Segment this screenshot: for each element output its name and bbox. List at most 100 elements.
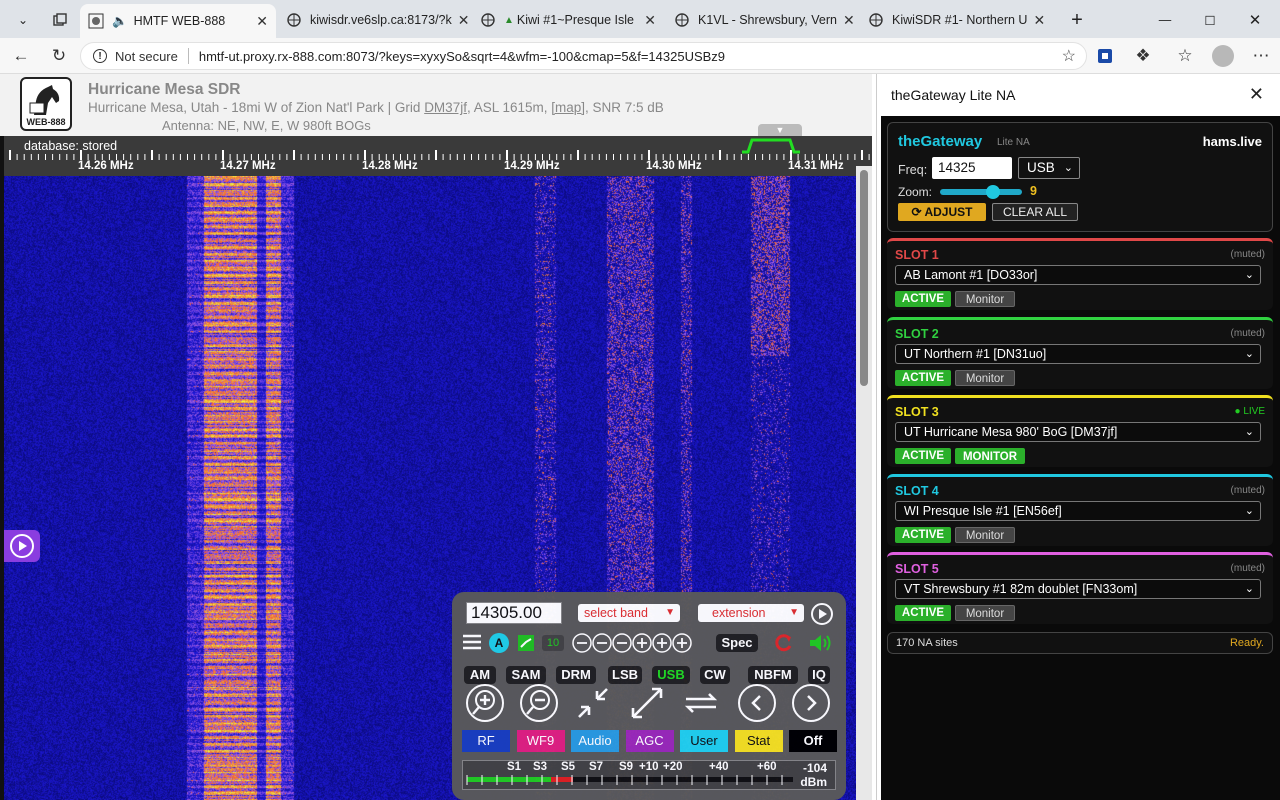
slot-monitor-button[interactable]: Monitor	[955, 605, 1015, 622]
slot-active-button[interactable]: ACTIVE	[895, 448, 951, 465]
slot-monitor-button[interactable]: Monitor	[955, 291, 1015, 307]
mode-button-cw[interactable]: CW	[700, 666, 730, 684]
page-left-button[interactable]	[738, 684, 776, 722]
star-icon[interactable]: ☆	[1062, 46, 1076, 66]
slot-sdr-select[interactable]: UT Northern #1 [DN31uo] ⌄	[895, 343, 1261, 364]
mode-button-sam[interactable]: SAM	[506, 666, 546, 684]
browser-tab-active[interactable]: 🔈 HMTF WEB-888 ✕	[80, 4, 276, 38]
passband-marker[interactable]	[740, 136, 802, 154]
mode-select[interactable]: USB ⌄	[1018, 157, 1080, 179]
frequency-scale[interactable]: database: stored 14.26 MHz 14.27 MHz 14.…	[4, 136, 872, 176]
adjust-button[interactable]: ⟳ ADJUST	[898, 203, 986, 221]
close-window-button[interactable]: ✕	[1240, 6, 1270, 34]
browser-tab[interactable]: K1VL - Shrewsbury, Vern ✕	[666, 6, 858, 34]
volume-icon[interactable]	[808, 632, 834, 654]
chevron-down-icon: ▼	[665, 607, 675, 618]
clear-all-button[interactable]: CLEAR ALL	[992, 203, 1078, 221]
collapse-header-button[interactable]: ▼	[758, 124, 802, 136]
close-panel-button[interactable]: ✕	[1249, 84, 1264, 105]
zoom-out-button[interactable]	[520, 684, 558, 722]
zoom-in-button[interactable]	[466, 684, 504, 722]
browser-tab[interactable]: ▲ Kiwi #1~Presque Isle ✕	[472, 6, 664, 34]
minimize-button[interactable]: —	[1150, 6, 1180, 34]
extension-dropdown[interactable]: extension ▼	[698, 604, 804, 622]
slot-sdr-select[interactable]: UT Hurricane Mesa 980' BoG [DM37jf] ⌄	[895, 422, 1261, 443]
menu-icon[interactable]	[462, 634, 482, 650]
freq-input[interactable]: 14325	[932, 157, 1012, 179]
play-icon[interactable]	[810, 602, 834, 626]
scrollbar-thumb[interactable]	[860, 170, 868, 386]
slot-monitor-button[interactable]: Monitor	[955, 526, 1015, 543]
back-button[interactable]: ←	[8, 44, 34, 68]
slot-active-button[interactable]: ACTIVE	[895, 369, 951, 386]
zoom-band-button[interactable]	[574, 684, 612, 722]
slot-active-button[interactable]: ACTIVE	[895, 605, 951, 622]
new-tab-button[interactable]: +	[1062, 6, 1092, 34]
slot-sdr-select[interactable]: AB Lamont #1 [DO33or] ⌄	[895, 265, 1261, 285]
tab-actions-button[interactable]: ⌄	[6, 6, 40, 34]
extension-button[interactable]	[1092, 44, 1118, 68]
more-button[interactable]: ⋯	[1248, 44, 1274, 68]
pan-button[interactable]	[682, 684, 720, 722]
slot-monitor-button[interactable]: MONITOR	[955, 448, 1025, 465]
s-meter-label: +40	[709, 761, 729, 773]
profile-button[interactable]	[1210, 44, 1236, 68]
tab-rf-button[interactable]: RF	[462, 730, 510, 752]
extensions-button[interactable]: ❖	[1130, 44, 1156, 68]
tab-user-button[interactable]: User	[680, 730, 728, 752]
reload-button[interactable]: ↻	[46, 44, 72, 68]
step-count-badge[interactable]: 10	[542, 635, 564, 651]
maximize-button[interactable]: ☐	[1195, 6, 1225, 34]
s-meter-bar	[466, 775, 793, 785]
grid-link[interactable]: DM37jf	[424, 100, 467, 115]
zoom-in-icon	[472, 690, 495, 715]
slot-active-button[interactable]: ACTIVE	[895, 291, 951, 307]
slot-sdr-select[interactable]: VT Shrewsbury #1 82m doublet [FN33om] ⌄	[895, 579, 1261, 600]
mode-button-iq[interactable]: IQ	[808, 666, 830, 684]
close-tab-icon[interactable]: ✕	[837, 12, 855, 29]
tab-off-button[interactable]: Off	[789, 730, 837, 752]
close-tab-icon[interactable]: ✕	[1027, 12, 1045, 29]
browser-tab[interactable]: KiwiSDR #1- Northern U ✕	[860, 6, 1052, 34]
s-meter-label: S5	[561, 761, 576, 773]
tab-audio-button[interactable]: Audio	[571, 730, 619, 752]
mode-button-nbfm[interactable]: NBFM	[748, 666, 798, 684]
workspaces-button[interactable]	[44, 6, 76, 34]
mode-button-usb[interactable]: USB	[652, 666, 690, 684]
select-band-dropdown[interactable]: select band ▼	[578, 604, 680, 622]
tab-agc-button[interactable]: AGC	[625, 730, 674, 752]
globe-icon	[869, 13, 883, 27]
favorites-button[interactable]: ☆	[1172, 44, 1198, 68]
close-tab-icon[interactable]: ✕	[638, 12, 656, 29]
zoom-step-buttons[interactable]	[572, 632, 692, 654]
tab-wf9-button[interactable]: WF9	[516, 730, 565, 752]
zoom-slider[interactable]	[940, 185, 1022, 199]
page-scrollbar[interactable]	[856, 166, 872, 800]
page-right-button[interactable]	[792, 684, 830, 722]
tuning-box: theGateway Lite NA hams.live Freq: 14325…	[887, 122, 1273, 232]
spec-button[interactable]: Spec	[716, 634, 758, 652]
browser-tab[interactable]: kiwisdr.ve6slp.ca:8173/?k ✕	[278, 6, 470, 34]
site-link[interactable]: hams.live	[1203, 134, 1262, 149]
slider-thumb[interactable]	[986, 185, 1000, 199]
chart-icon[interactable]	[518, 635, 534, 651]
refresh-icon[interactable]	[772, 632, 794, 654]
close-tab-icon[interactable]: ✕	[250, 13, 268, 30]
slot-monitor-button[interactable]: Monitor	[955, 369, 1015, 386]
mode-button-am[interactable]: AM	[464, 666, 496, 684]
map-link[interactable]: [map]	[551, 100, 585, 115]
slot-sdr-select[interactable]: WI Presque Isle #1 [EN56ef] ⌄	[895, 500, 1261, 521]
audio-start-button[interactable]	[4, 530, 40, 562]
mode-button-drm[interactable]: DRM	[556, 666, 596, 684]
slot-active-button[interactable]: ACTIVE	[895, 526, 951, 543]
tab-stat-button[interactable]: Stat	[734, 730, 783, 752]
kiwi-favicon-icon	[88, 13, 104, 29]
auto-button[interactable]: A	[489, 633, 509, 653]
freq-tick-label: 14.31 MHz	[788, 160, 844, 172]
frequency-input[interactable]: 14305.00	[466, 602, 562, 624]
avatar	[1212, 45, 1234, 67]
close-tab-icon[interactable]: ✕	[452, 12, 470, 29]
mode-button-lsb[interactable]: LSB	[608, 666, 642, 684]
url-field[interactable]: ! Not secure hmtf-ut.proxy.rx-888.com:80…	[80, 42, 1087, 70]
zoom-full-button[interactable]	[628, 684, 666, 722]
